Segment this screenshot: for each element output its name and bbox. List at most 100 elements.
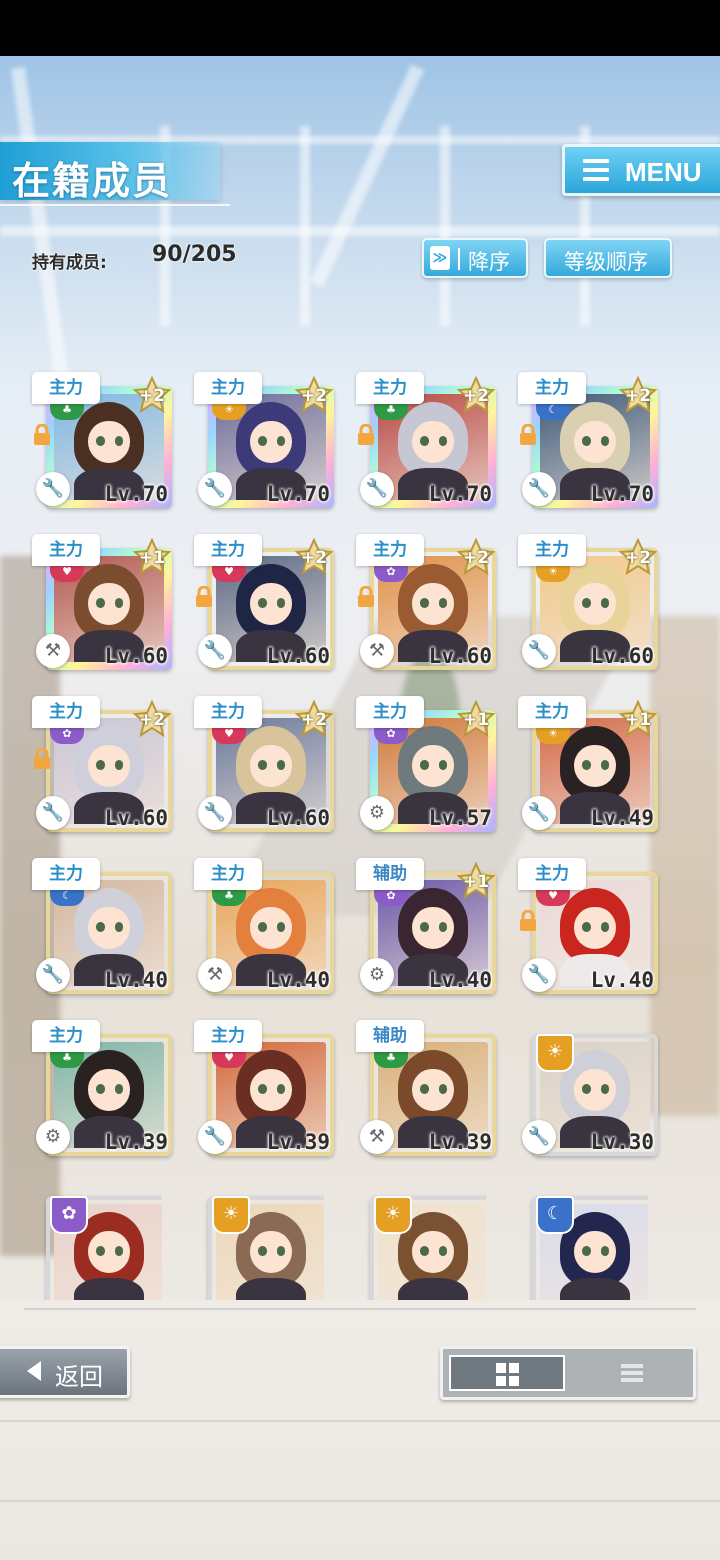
member-card[interactable]: 主力 ☀ +2 🔧 Lv.60 [518,534,658,672]
character-face [574,1230,616,1273]
character-eye [600,436,610,446]
member-card[interactable]: 主力 ♥ 🔧 Lv.39 [194,1020,334,1158]
orange-attribute-icon: ☀ [212,1196,250,1234]
member-card[interactable]: ☾ [518,1182,648,1300]
role-tag: 主力 [32,696,100,728]
star-rank-value: +2 [462,548,490,568]
sort-order-button[interactable]: ≫ 降序 [422,238,528,278]
character-face [88,420,130,463]
back-arrow-icon [27,1361,41,1381]
status-bar [0,0,720,56]
role-tag: 主力 [356,534,424,566]
character-face [250,420,292,463]
grid-divider [24,1308,696,1310]
character-face [88,582,130,625]
purple-attribute-icon: ✿ [50,726,84,744]
back-button[interactable]: 返回 [0,1346,130,1398]
character-eye [257,760,267,770]
blue-attribute-icon: ☾ [50,888,84,906]
member-card[interactable]: 主力 ♥ +2 🔧 Lv.60 [194,696,334,834]
character-face [412,582,454,625]
member-card[interactable]: 主力 ✿ +2 🔧 Lv.60 [32,696,172,834]
star-rank-value: +2 [462,386,490,406]
character-eye [438,760,448,770]
card-level: Lv.60 [590,644,654,668]
member-card[interactable]: 主力 ♣ +2 🔧 Lv.70 [32,372,172,510]
view-toggle [440,1346,696,1400]
member-card[interactable]: 主力 ♥ +2 🔧 Lv.60 [194,534,334,672]
lock-icon [194,585,214,607]
orange-attribute-icon: ☀ [374,1196,412,1234]
character-eye [257,1084,267,1094]
lock-icon [518,909,538,931]
star-rank-value: +1 [624,710,652,730]
role-tag: 辅助 [356,1020,424,1052]
member-card[interactable]: ☀ [194,1182,324,1300]
character-eye [276,598,286,608]
character-eye [114,1084,124,1094]
character-eye [600,598,610,608]
menu-button[interactable]: MENU [562,144,720,196]
member-card[interactable]: 主力 ✿ +2 ⚒ Lv.60 [356,534,496,672]
character-eye [95,1246,105,1256]
member-card[interactable]: 主力 ☾ +2 🔧 Lv.70 [518,372,658,510]
member-card[interactable]: 主力 ♥ 🔧 Lv.40 [518,858,658,996]
character-eye [114,1246,124,1256]
character-eye [600,1084,610,1094]
character-eye [276,760,286,770]
wrench-icon: 🔧 [198,796,232,830]
card-level: Lv.70 [590,482,654,506]
character-eye [438,1246,448,1256]
character-eye [581,760,591,770]
green-attribute-icon: ♣ [374,402,408,420]
green-attribute-icon: ♣ [50,402,84,420]
member-card[interactable]: ✿ [32,1182,162,1300]
character-face [250,1230,292,1273]
member-card[interactable]: 主力 ☀ +2 🔧 Lv.70 [194,372,334,510]
member-card[interactable]: 主力 ♥ +1 ⚒ Lv.60 [32,534,172,672]
wrench-icon: 🔧 [360,472,394,506]
red-attribute-icon: ♥ [212,726,246,744]
star-rank-badge: +1 [618,700,658,740]
character-face [412,1230,454,1273]
red-attribute-icon: ♥ [212,1050,246,1068]
member-card[interactable]: 主力 ♣ ⚒ Lv.40 [194,858,334,996]
role-tag: 主力 [32,858,100,890]
member-card[interactable]: 主力 ✿ +1 ⚙ Lv.57 [356,696,496,834]
member-card[interactable]: 主力 ☀ +1 🔧 Lv.49 [518,696,658,834]
member-card[interactable]: 主力 ♣ ⚙ Lv.39 [32,1020,172,1158]
member-card[interactable]: ☀ 🔧 Lv.30 [518,1020,658,1158]
grid-icon [496,1363,506,1373]
sort-key-button[interactable]: 等级顺序 [544,238,672,278]
double-chevron-down-icon: ≫ [430,246,450,270]
member-card[interactable]: 主力 ♣ +2 🔧 Lv.70 [356,372,496,510]
character-eye [95,598,105,608]
character-face [250,582,292,625]
card-level: Lv.39 [104,1130,168,1154]
grid-view-button[interactable] [449,1355,565,1391]
star-rank-badge: +1 [132,538,172,578]
footer-area [0,1300,720,1560]
role-tag: 主力 [32,372,100,404]
star-rank-badge: +1 [456,862,496,902]
member-card[interactable]: 辅助 ✿ +1 ⚙ Lv.40 [356,858,496,996]
purple-attribute-icon: ✿ [374,564,408,582]
star-rank-value: +2 [300,386,328,406]
role-tag: 主力 [194,1020,262,1052]
character-face [88,1230,130,1273]
lock-icon [518,423,538,445]
wrench-icon: 🔧 [36,472,70,506]
member-card[interactable]: 辅助 ♣ ⚒ Lv.39 [356,1020,496,1158]
wrench-icon: 🔧 [36,796,70,830]
card-level: Lv.70 [104,482,168,506]
member-card[interactable]: ☀ [356,1182,486,1300]
character-eye [438,436,448,446]
card-level: Lv.60 [104,806,168,830]
lock-icon [32,423,52,445]
purple-attribute-icon: ✿ [374,888,408,906]
menu-label: MENU [625,157,702,187]
member-card[interactable]: 主力 ☾ 🔧 Lv.40 [32,858,172,996]
blue-attribute-icon: ☾ [536,402,570,420]
character-eye [600,922,610,932]
list-view-button[interactable] [575,1355,687,1391]
